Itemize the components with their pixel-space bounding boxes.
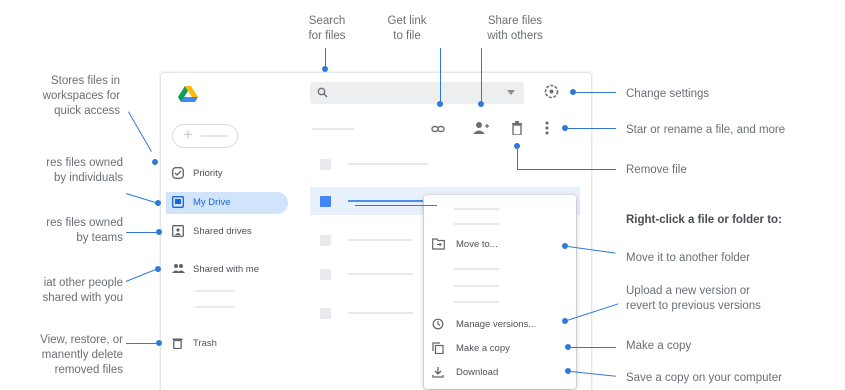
trash-icon[interactable]	[511, 121, 525, 135]
callout-line	[517, 169, 616, 170]
check-circle-icon	[172, 167, 184, 179]
callout-dot	[322, 66, 328, 72]
person-add-icon[interactable]	[473, 121, 489, 135]
more-vert-icon[interactable]	[545, 121, 549, 135]
menu-label: Make a copy	[456, 343, 510, 354]
annotation-my-drive: res files owned by individuals	[46, 157, 123, 185]
annotation-shared-drives: res files owned by teams	[46, 217, 123, 245]
annotation-download: Save a copy on your computer	[626, 372, 782, 384]
callout-line	[125, 193, 157, 204]
annotation-trash: View, restore, or manently delete remove…	[40, 334, 123, 377]
copy-icon	[432, 342, 444, 354]
nav-item-shared-drives[interactable]: Shared drives	[166, 221, 286, 243]
callout-line	[571, 347, 616, 348]
menu-label: Move to...	[456, 239, 498, 250]
callout-line	[125, 269, 156, 282]
annotation-make-copy: Make a copy	[626, 340, 692, 352]
nav-label: Trash	[193, 338, 217, 349]
callout-dot	[156, 340, 162, 346]
toolbar-placeholder	[312, 128, 354, 130]
nav-placeholder	[195, 306, 235, 308]
caret-down-icon[interactable]	[507, 90, 515, 95]
annotation-get-link: Get link to file	[387, 15, 427, 43]
nav-item-trash[interactable]: Trash	[166, 333, 286, 355]
search-icon	[317, 87, 328, 98]
doc-icon	[320, 196, 331, 207]
nav-label: My Drive	[193, 197, 231, 208]
nav-label: Shared with me	[193, 264, 260, 275]
file-row[interactable]	[310, 299, 420, 327]
nav-item-my-drive[interactable]: My Drive	[166, 192, 288, 214]
callout-dot	[156, 229, 162, 235]
context-menu: Move to... Manage versions... Make a cop…	[424, 195, 576, 389]
callout-line	[568, 128, 616, 129]
annotation-stores-files: Stores files in workspaces for quick acc…	[42, 75, 120, 118]
people-icon	[172, 263, 185, 274]
drive-logo-icon	[178, 86, 198, 103]
link-icon[interactable]	[431, 122, 445, 136]
callout-dot	[478, 101, 484, 107]
annotation-star-rename: Star or rename a file, and more	[626, 124, 786, 136]
annotation-share: Share files with others	[487, 15, 543, 43]
callout-line	[126, 343, 156, 344]
callout-line	[128, 111, 152, 152]
file-row[interactable]	[310, 150, 580, 178]
nav-label: Shared drives	[193, 226, 252, 237]
nav-label: Priority	[193, 168, 223, 179]
new-button[interactable]: +	[172, 124, 238, 148]
download-icon	[432, 366, 444, 378]
menu-label: Manage versions...	[456, 319, 537, 330]
drive-icon	[172, 196, 184, 208]
shared-drive-icon	[172, 225, 184, 237]
file-row[interactable]	[310, 226, 420, 254]
annotation-settings: Change settings	[626, 88, 710, 100]
callout-line	[481, 48, 482, 104]
gear-icon[interactable]	[544, 84, 559, 99]
callout-line	[355, 205, 437, 206]
history-icon	[432, 318, 444, 330]
callout-line	[325, 48, 326, 68]
annotation-remove: Remove file	[626, 164, 687, 176]
callout-line	[126, 232, 156, 233]
callout-dot	[155, 266, 161, 272]
nav-item-priority[interactable]: Priority	[166, 163, 286, 185]
annotation-shared-with-me: iat other people shared with you	[42, 277, 123, 305]
annotation-upload-version: Upload a new version or revert to previo…	[626, 285, 761, 313]
plus-icon: +	[183, 125, 193, 144]
callout-line	[576, 92, 616, 93]
nav-placeholder	[195, 290, 235, 292]
callout-dot	[155, 200, 161, 206]
annotation-right-click-heading: Right-click a file or folder to:	[626, 214, 782, 226]
file-row[interactable]	[310, 260, 420, 288]
menu-label: Download	[456, 367, 499, 378]
callout-dot	[437, 101, 443, 107]
callout-line	[517, 149, 518, 169]
search-input[interactable]	[310, 82, 524, 104]
trash-icon	[172, 337, 183, 349]
move-folder-icon	[432, 238, 445, 250]
annotation-move: Move it to another folder	[626, 252, 751, 264]
nav-item-shared-with-me[interactable]: Shared with me	[166, 259, 286, 281]
callout-line	[440, 48, 441, 104]
annotation-search: Search for files	[308, 15, 346, 43]
callout-dot	[152, 159, 158, 165]
